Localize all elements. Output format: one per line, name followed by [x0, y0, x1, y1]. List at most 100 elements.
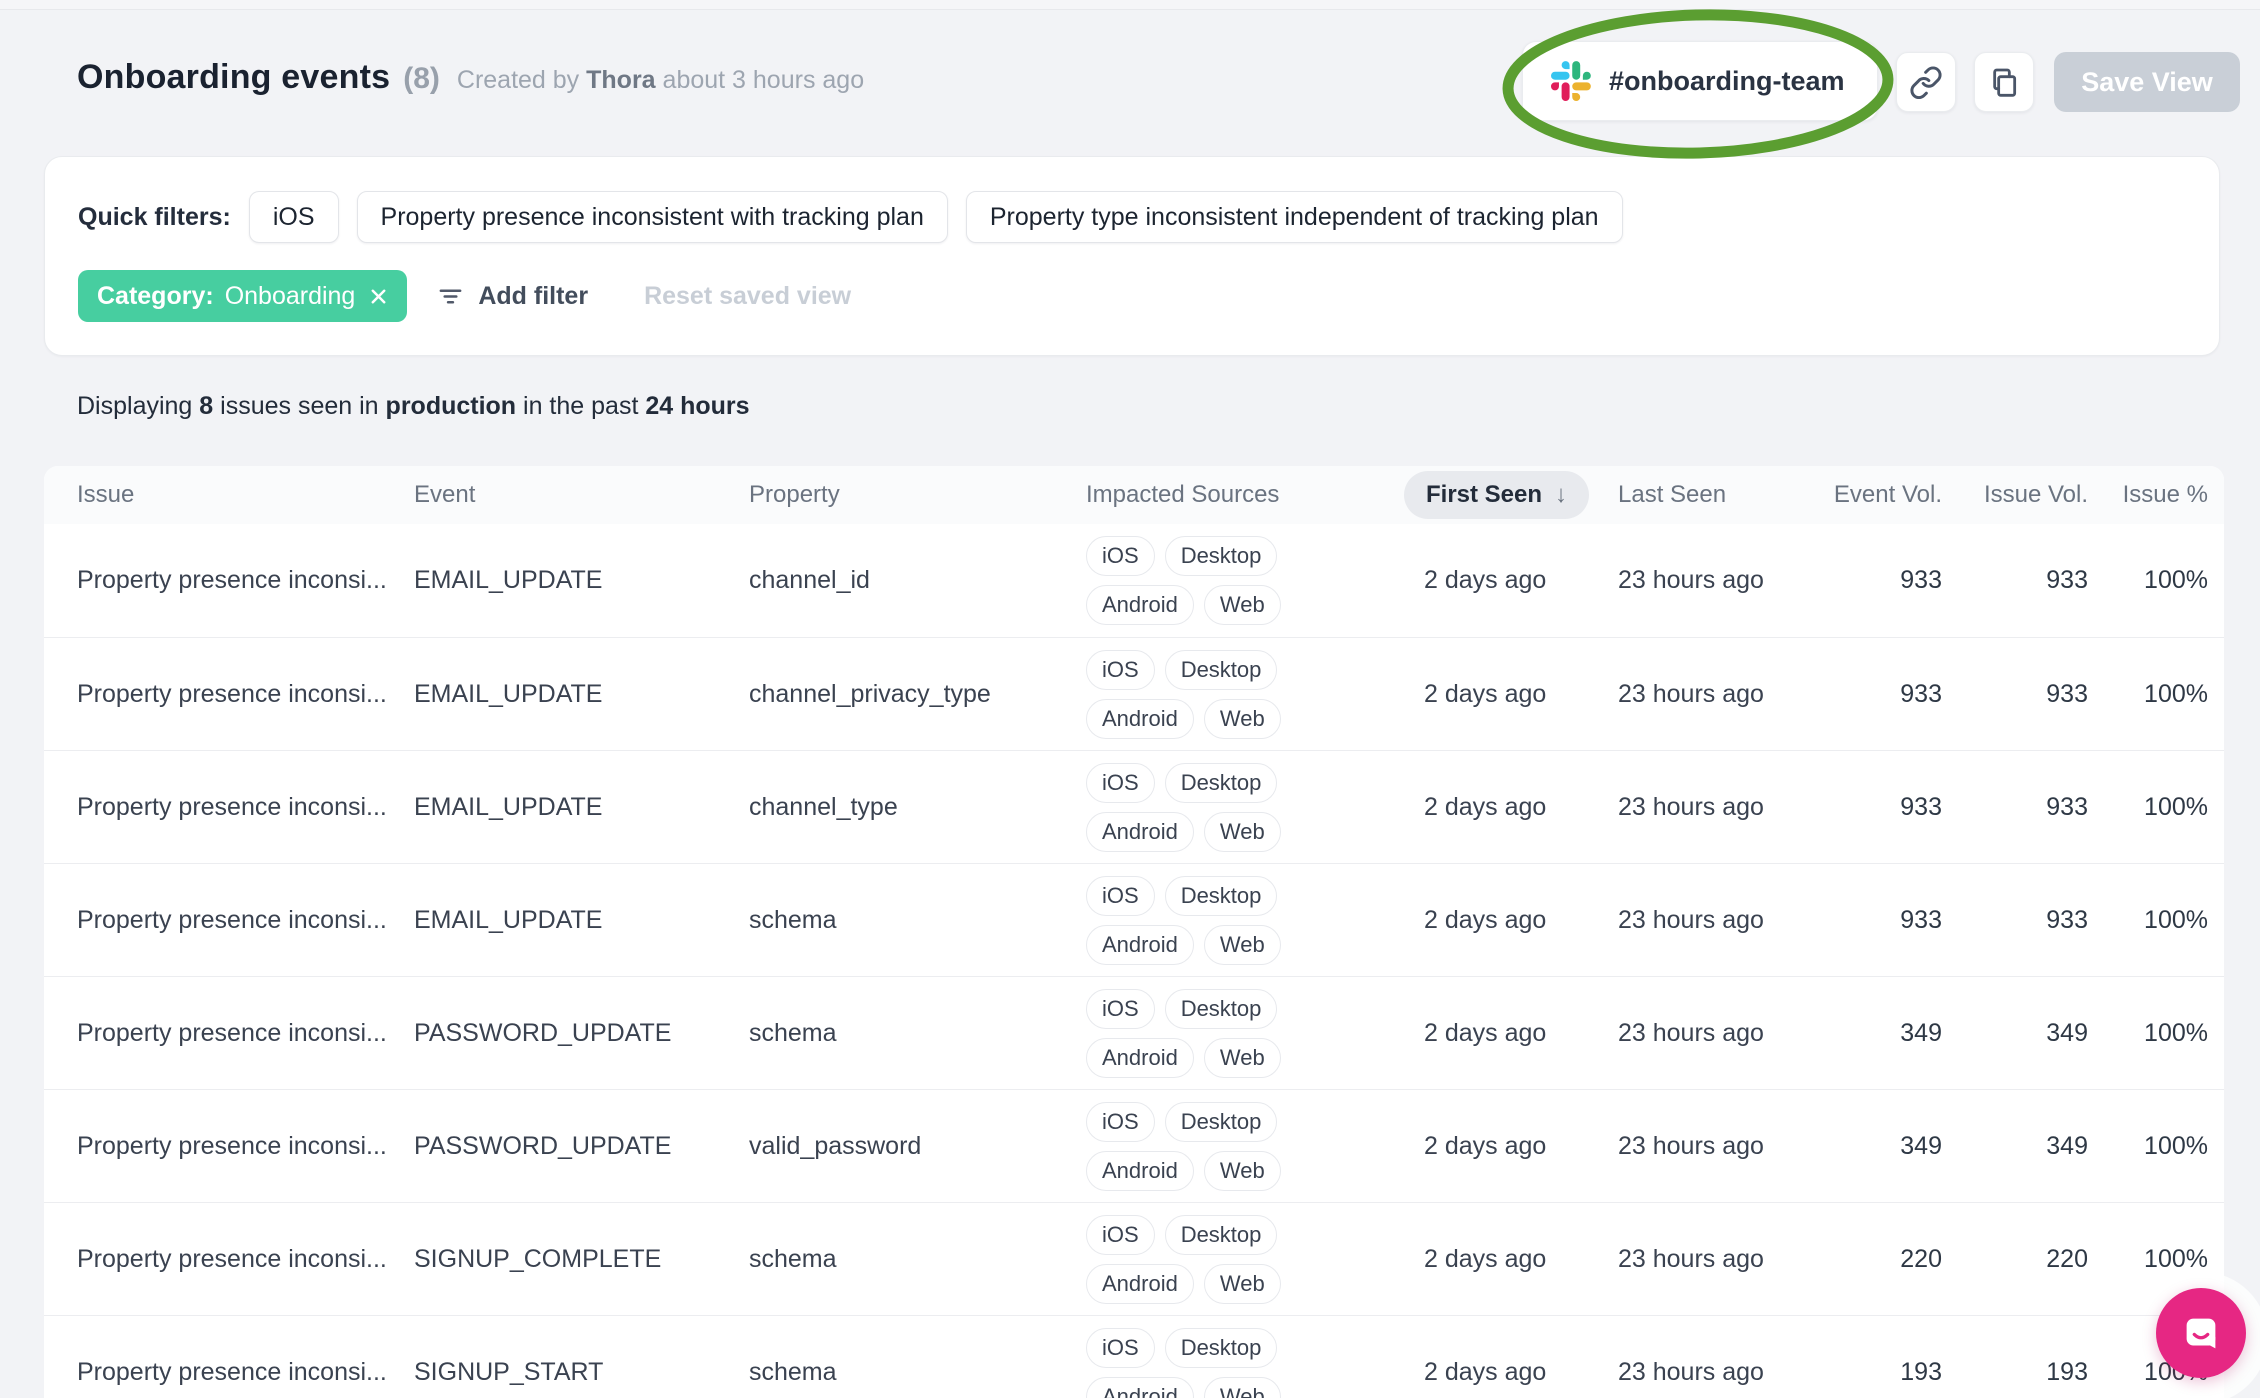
quick-filter-ios[interactable]: iOS — [248, 191, 339, 243]
source-badge: Android — [1086, 1150, 1194, 1191]
active-filter-chip-category[interactable]: Category: Onboarding — [78, 270, 408, 322]
source-badge: Desktop — [1164, 1214, 1278, 1255]
source-badge: Desktop — [1164, 1327, 1278, 1368]
column-header-last-seen[interactable]: Last Seen — [1606, 481, 1822, 509]
event-cell: EMAIL_UPDATE — [414, 792, 603, 821]
source-badge: Desktop — [1164, 1101, 1278, 1142]
add-filter-label: Add filter — [478, 281, 589, 310]
column-header-issue-vol[interactable]: Issue Vol. — [1942, 481, 2088, 509]
issue-cell: Property presence inconsi... — [77, 792, 387, 821]
first-seen-cell: 2 days ago — [1424, 905, 1547, 934]
source-badge: iOS — [1086, 988, 1155, 1029]
table-body: Property presence inconsi... EMAIL_UPDAT… — [44, 524, 2224, 1398]
table-row[interactable]: Property presence inconsi... SIGNUP_STAR… — [44, 1315, 2224, 1398]
impacted-sources-cell: iOS Desktop Android Web — [1086, 1327, 1391, 1398]
source-badge: Android — [1086, 1376, 1194, 1398]
issue-pct-cell: 100% — [2144, 1244, 2208, 1273]
last-seen-cell: 23 hours ago — [1618, 566, 1764, 594]
source-badge: Desktop — [1164, 649, 1278, 690]
summary-text: Displaying — [77, 392, 193, 420]
author-name: Thora — [586, 66, 656, 94]
issue-vol-cell: 193 — [2046, 1357, 2088, 1386]
column-header-impacted-sources[interactable]: Impacted Sources — [1086, 481, 1406, 509]
issue-cell: Property presence inconsi... — [77, 1131, 387, 1160]
issue-count-badge: (8) — [403, 62, 440, 95]
copy-link-button[interactable] — [1896, 52, 1956, 112]
source-badge: iOS — [1086, 875, 1155, 916]
issue-pct-cell: 100% — [2144, 679, 2208, 708]
filters-panel: Quick filters: iOS Property presence inc… — [44, 156, 2220, 356]
table-row[interactable]: Property presence inconsi... EMAIL_UPDAT… — [44, 637, 2224, 750]
table-row[interactable]: Property presence inconsi... EMAIL_UPDAT… — [44, 524, 2224, 637]
first-seen-cell: 2 days ago — [1424, 1244, 1547, 1273]
source-badge: Android — [1086, 585, 1194, 625]
issue-pct-cell: 100% — [2144, 905, 2208, 934]
impacted-sources-cell: iOS Desktop Android Web — [1086, 875, 1391, 965]
issue-vol-cell: 933 — [2046, 679, 2088, 708]
impacted-sources-cell: iOS Desktop Android Web — [1086, 649, 1391, 739]
quick-filters-label: Quick filters: — [78, 202, 231, 231]
source-badge: Desktop — [1164, 762, 1278, 803]
duplicate-view-button[interactable] — [1974, 52, 2034, 112]
slack-channel-button[interactable]: #onboarding-team — [1522, 41, 1878, 121]
last-seen-cell: 23 hours ago — [1618, 1131, 1764, 1160]
first-seen-cell: 2 days ago — [1424, 792, 1547, 821]
sort-desc-icon: ↓ — [1555, 481, 1568, 508]
issue-pct-cell: 100% — [2144, 566, 2208, 594]
source-badge: Desktop — [1164, 536, 1278, 576]
page-header: Onboarding events (8) Created by Thora a… — [77, 58, 864, 97]
reset-saved-view-button[interactable]: Reset saved view — [644, 282, 851, 311]
summary-text: issues seen in — [220, 392, 379, 420]
first-seen-cell: 2 days ago — [1424, 1357, 1547, 1386]
issue-pct-cell: 100% — [2144, 792, 2208, 821]
column-header-event-vol[interactable]: Event Vol. — [1822, 481, 1942, 509]
issue-pct-cell: 100% — [2144, 1018, 2208, 1047]
quick-filter-property-presence[interactable]: Property presence inconsistent with trac… — [356, 191, 948, 243]
table-row[interactable]: Property presence inconsi... SIGNUP_COMP… — [44, 1202, 2224, 1315]
source-badge: iOS — [1086, 1327, 1155, 1368]
event-cell: SIGNUP_START — [414, 1357, 604, 1386]
table-row[interactable]: Property presence inconsi... EMAIL_UPDAT… — [44, 750, 2224, 863]
source-badge: Web — [1203, 924, 1281, 965]
quick-filter-property-type[interactable]: Property type inconsistent independent o… — [965, 191, 1623, 243]
event-vol-cell: 933 — [1900, 792, 1942, 821]
source-badge: Android — [1086, 811, 1194, 852]
quick-filters-row: Quick filters: iOS Property presence inc… — [78, 191, 1641, 243]
column-header-issue[interactable]: Issue — [77, 481, 414, 509]
source-badge: Desktop — [1164, 988, 1278, 1029]
property-cell: valid_password — [749, 1131, 922, 1160]
issue-vol-cell: 933 — [2046, 792, 2088, 821]
source-badge: Web — [1203, 698, 1281, 739]
link-icon — [1909, 65, 1943, 99]
event-cell: EMAIL_UPDATE — [414, 566, 603, 594]
add-filter-button[interactable]: Add filter — [437, 282, 588, 311]
chat-launcher-button[interactable] — [2156, 1288, 2246, 1378]
filter-key: Category: — [97, 281, 214, 310]
column-header-first-seen[interactable]: First Seen ↓ — [1404, 471, 1606, 519]
issue-vol-cell: 933 — [2046, 566, 2088, 594]
slack-icon — [1551, 61, 1591, 101]
save-view-label: Save View — [2081, 66, 2213, 97]
page-title: Onboarding events — [77, 58, 391, 96]
save-view-button[interactable]: Save View — [2054, 52, 2240, 112]
source-badge: Android — [1086, 698, 1194, 739]
source-badge: iOS — [1086, 1101, 1155, 1142]
sort-pill-first-seen[interactable]: First Seen ↓ — [1404, 471, 1590, 519]
source-badge: Desktop — [1164, 875, 1278, 916]
issue-cell: Property presence inconsi... — [77, 1357, 387, 1386]
property-cell: schema — [749, 1018, 837, 1047]
event-cell: PASSWORD_UPDATE — [414, 1018, 672, 1047]
property-cell: channel_type — [749, 792, 898, 821]
table-row[interactable]: Property presence inconsi... PASSWORD_UP… — [44, 976, 2224, 1089]
column-header-event[interactable]: Event — [414, 481, 749, 509]
remove-filter-icon[interactable] — [369, 287, 388, 306]
issue-cell: Property presence inconsi... — [77, 1244, 387, 1273]
table-row[interactable]: Property presence inconsi... PASSWORD_UP… — [44, 1089, 2224, 1202]
source-badge: Android — [1086, 1263, 1194, 1304]
impacted-sources-cell: iOS Desktop Android Web — [1086, 1101, 1391, 1191]
table-row[interactable]: Property presence inconsi... EMAIL_UPDAT… — [44, 863, 2224, 976]
column-header-issue-pct[interactable]: Issue % — [2088, 481, 2208, 509]
property-cell: schema — [749, 905, 837, 934]
source-badge: Web — [1203, 1037, 1281, 1078]
column-header-property[interactable]: Property — [749, 481, 1086, 509]
